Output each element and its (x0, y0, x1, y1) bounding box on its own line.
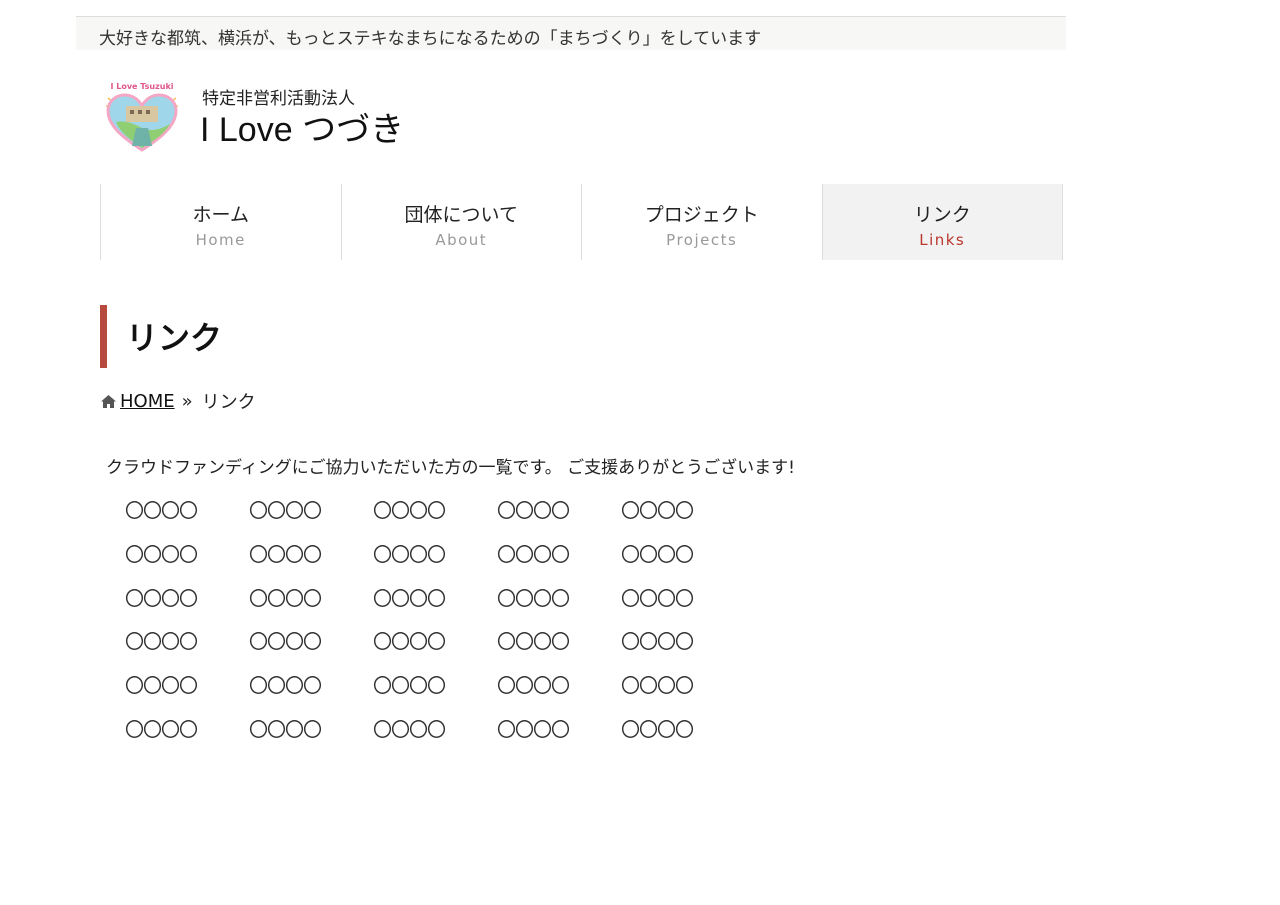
supporters-grid: 〇〇〇〇 〇〇〇〇 〇〇〇〇 〇〇〇〇 〇〇〇〇 〇〇〇〇 〇〇〇〇 〇〇〇〇 … (125, 496, 745, 759)
supporter-name: 〇〇〇〇 (621, 587, 694, 610)
supporter-name: 〇〇〇〇 (249, 631, 322, 654)
top-tagline-bar: 大好きな都筑、横浜が、もっとステキなまちになるための「まちづくり」をしています (76, 16, 1066, 50)
nav-item-label: 団体について (404, 204, 518, 226)
home-icon (101, 394, 116, 408)
nav-item-about[interactable]: 団体について About (340, 184, 582, 260)
breadcrumb-home-link[interactable]: HOME (120, 391, 175, 412)
supporter-name: 〇〇〇〇 (373, 675, 446, 698)
supporter-name: 〇〇〇〇 (125, 587, 198, 610)
supporter-name: 〇〇〇〇 (497, 718, 570, 741)
nav-item-home[interactable]: ホーム Home (100, 184, 341, 260)
site-tagline: 大好きな都筑、横浜が、もっとステキなまちになるための「まちづくり」をしています (99, 29, 762, 49)
supporter-name: 〇〇〇〇 (621, 500, 694, 522)
global-nav: ホーム Home 団体について About プロジェクト Projects リン… (100, 184, 1063, 260)
supporter-name: 〇〇〇〇 (125, 543, 198, 566)
supporter-name: 〇〇〇〇 (621, 543, 694, 566)
supporter-name: 〇〇〇〇 (621, 675, 694, 698)
nav-item-label: ホーム (192, 204, 249, 226)
nav-item-sublabel: Home (195, 231, 246, 249)
page-title: リンク (126, 319, 223, 357)
supporter-name: 〇〇〇〇 (497, 587, 570, 610)
supporter-name: 〇〇〇〇 (373, 631, 446, 654)
nav-item-sublabel: About (435, 231, 488, 249)
supporter-name: 〇〇〇〇 (125, 500, 198, 522)
breadcrumb: HOME » リンク (100, 388, 256, 414)
supporters-row: 〇〇〇〇 〇〇〇〇 〇〇〇〇 〇〇〇〇 〇〇〇〇 (125, 627, 745, 671)
heart-logo-icon: I Love Tsuzuki (105, 82, 179, 152)
nav-item-sublabel: Links (919, 231, 966, 249)
supporters-row: 〇〇〇〇 〇〇〇〇 〇〇〇〇 〇〇〇〇 〇〇〇〇 (125, 540, 745, 584)
supporter-name: 〇〇〇〇 (497, 631, 570, 654)
svg-text:I Love Tsuzuki: I Love Tsuzuki (110, 82, 173, 91)
breadcrumb-separator: » (181, 390, 193, 412)
supporters-row: 〇〇〇〇 〇〇〇〇 〇〇〇〇 〇〇〇〇 〇〇〇〇 (125, 496, 745, 540)
supporter-name: 〇〇〇〇 (621, 631, 694, 654)
supporter-name: 〇〇〇〇 (373, 587, 446, 610)
nav-item-projects[interactable]: プロジェクト Projects (581, 184, 822, 260)
supporter-name: 〇〇〇〇 (125, 631, 198, 654)
supporter-name: 〇〇〇〇 (373, 543, 446, 566)
heading-accent-bar (100, 305, 107, 368)
site-logo[interactable]: I Love Tsuzuki (102, 80, 182, 156)
supporter-name: 〇〇〇〇 (249, 500, 322, 522)
nav-item-sublabel: Projects (666, 231, 738, 249)
breadcrumb-current: リンク (201, 392, 256, 413)
supporter-name: 〇〇〇〇 (249, 587, 322, 610)
supporter-name: 〇〇〇〇 (373, 500, 446, 522)
supporter-name: 〇〇〇〇 (249, 675, 322, 698)
supporters-row: 〇〇〇〇 〇〇〇〇 〇〇〇〇 〇〇〇〇 〇〇〇〇 (125, 584, 745, 628)
supporter-name: 〇〇〇〇 (373, 718, 446, 741)
supporter-name: 〇〇〇〇 (249, 718, 322, 741)
supporters-row: 〇〇〇〇 〇〇〇〇 〇〇〇〇 〇〇〇〇 〇〇〇〇 (125, 671, 745, 715)
supporters-row: 〇〇〇〇 〇〇〇〇 〇〇〇〇 〇〇〇〇 〇〇〇〇 (125, 715, 745, 759)
supporter-name: 〇〇〇〇 (497, 675, 570, 698)
nav-item-links[interactable]: リンク Links (821, 184, 1063, 260)
nav-item-label: プロジェクト (644, 204, 759, 226)
site-title[interactable]: I Love つづき (200, 102, 404, 151)
intro-text: クラウドファンディングにご協力いただいた方の一覧です。 ご支援ありがとうございま… (106, 458, 795, 478)
supporter-name: 〇〇〇〇 (497, 500, 570, 522)
nav-item-label: リンク (913, 204, 971, 226)
supporter-name: 〇〇〇〇 (125, 718, 198, 741)
supporter-name: 〇〇〇〇 (497, 543, 570, 566)
supporter-name: 〇〇〇〇 (249, 543, 322, 566)
supporter-name: 〇〇〇〇 (621, 718, 694, 741)
supporter-name: 〇〇〇〇 (125, 675, 198, 698)
